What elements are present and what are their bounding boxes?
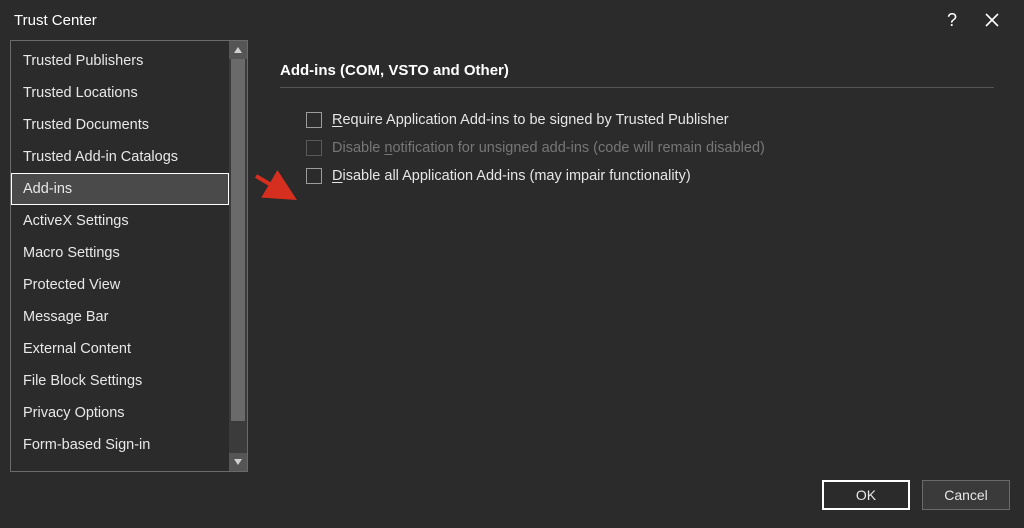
sidebar-item-message-bar[interactable]: Message Bar (11, 301, 229, 333)
option-require-signed[interactable]: Require Application Add-ins to be signed… (280, 106, 994, 134)
close-icon (985, 13, 999, 27)
dialog-title: Trust Center (14, 12, 97, 29)
option-disable-notification: Disable notification for unsigned add-in… (280, 134, 994, 162)
sidebar-item-trusted-locations[interactable]: Trusted Locations (11, 77, 229, 109)
checkbox-disable-all-addins[interactable] (306, 168, 322, 184)
sidebar-item-activex-settings[interactable]: ActiveX Settings (11, 205, 229, 237)
sidebar-item-trusted-addin-catalogs[interactable]: Trusted Add-in Catalogs (11, 141, 229, 173)
scroll-down-button[interactable] (229, 453, 247, 471)
sidebar-item-macro-settings[interactable]: Macro Settings (11, 237, 229, 269)
sidebar-scrollbar[interactable] (229, 41, 247, 471)
category-list: Trusted Publishers Trusted Locations Tru… (11, 41, 229, 471)
close-button[interactable] (972, 0, 1012, 40)
chevron-down-icon (234, 458, 242, 466)
sidebar-item-external-content[interactable]: External Content (11, 333, 229, 365)
checkbox-require-signed[interactable] (306, 112, 322, 128)
settings-panel: Add-ins (COM, VSTO and Other) Require Ap… (248, 40, 1014, 472)
checkbox-disable-notification (306, 140, 322, 156)
sidebar-item-file-block-settings[interactable]: File Block Settings (11, 365, 229, 397)
option-label: Disable all Application Add-ins (may imp… (332, 168, 691, 184)
sidebar-item-privacy-options[interactable]: Privacy Options (11, 397, 229, 429)
scroll-up-button[interactable] (229, 41, 247, 59)
help-button[interactable]: ? (932, 0, 972, 40)
dialog-content: Trusted Publishers Trusted Locations Tru… (0, 40, 1024, 472)
chevron-up-icon (234, 46, 242, 54)
scroll-thumb[interactable] (231, 59, 245, 421)
sidebar-item-trusted-documents[interactable]: Trusted Documents (11, 109, 229, 141)
sidebar-item-addins[interactable]: Add-ins (11, 173, 229, 205)
cancel-button[interactable]: Cancel (922, 480, 1010, 510)
sidebar-item-protected-view[interactable]: Protected View (11, 269, 229, 301)
dialog-footer: OK Cancel (0, 472, 1024, 528)
option-label: Disable notification for unsigned add-in… (332, 140, 765, 156)
ok-button[interactable]: OK (822, 480, 910, 510)
option-disable-all-addins[interactable]: Disable all Application Add-ins (may imp… (280, 162, 994, 190)
sidebar-item-form-based-signin[interactable]: Form-based Sign-in (11, 429, 229, 461)
dialog-titlebar: Trust Center ? (0, 0, 1024, 40)
category-sidebar: Trusted Publishers Trusted Locations Tru… (10, 40, 248, 472)
option-label: Require Application Add-ins to be signed… (332, 112, 729, 128)
section-title: Add-ins (COM, VSTO and Other) (280, 62, 994, 79)
section-divider (280, 87, 994, 88)
sidebar-item-trusted-publishers[interactable]: Trusted Publishers (11, 45, 229, 77)
scroll-track[interactable] (229, 59, 247, 453)
